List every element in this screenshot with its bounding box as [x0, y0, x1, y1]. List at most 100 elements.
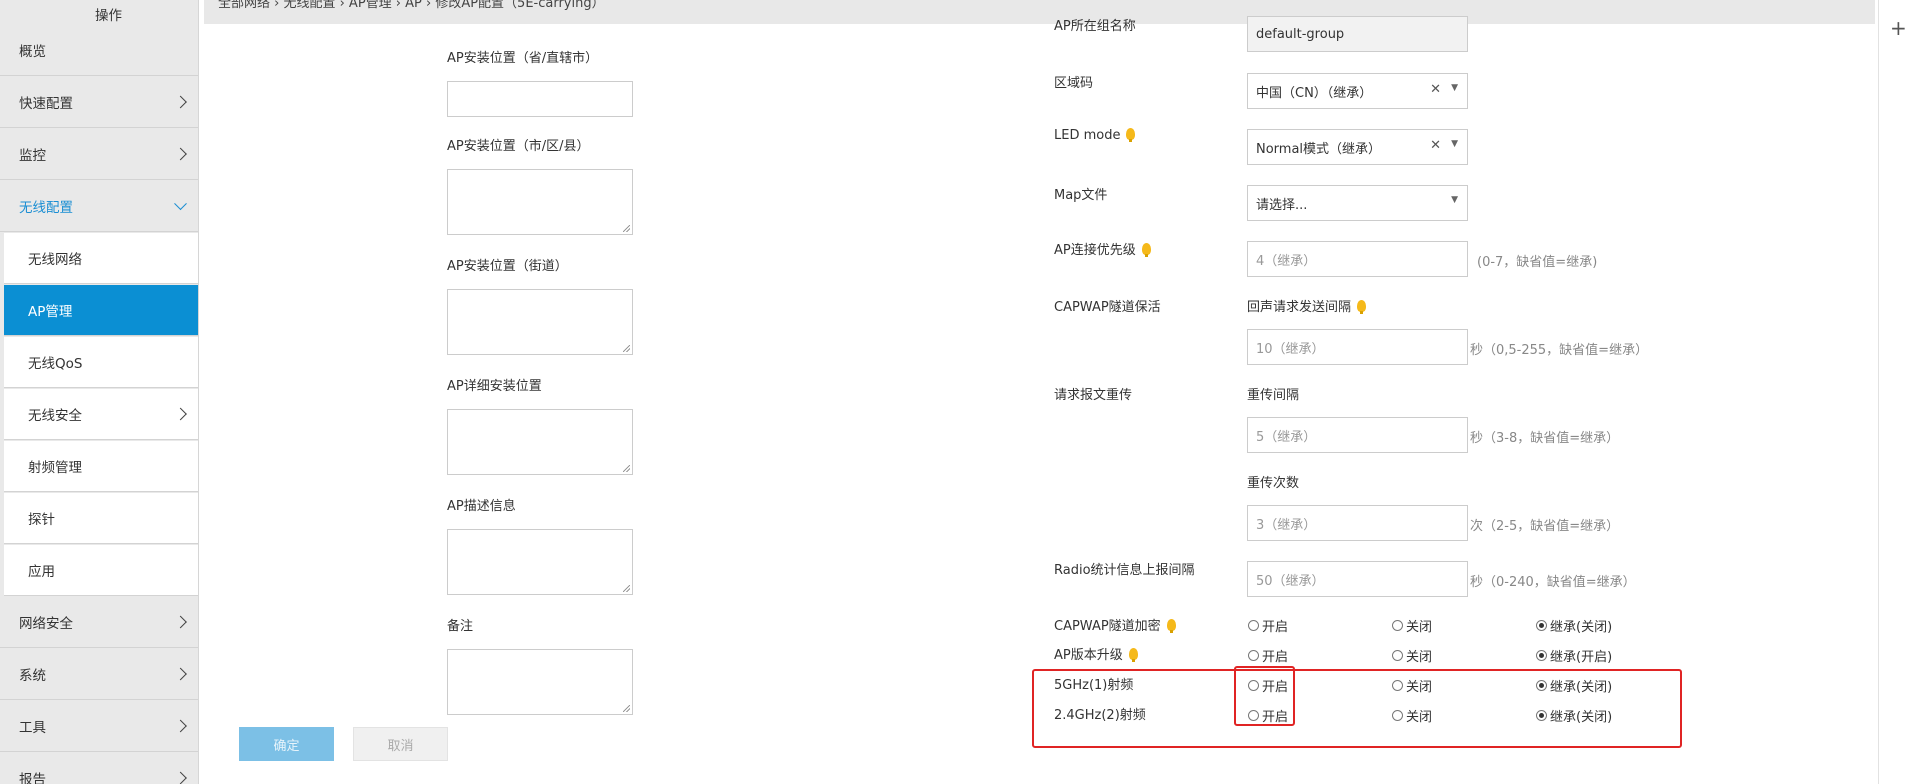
sidebar-item-radio-management[interactable]: 射频管理: [4, 441, 198, 492]
radio-circle: [1392, 620, 1403, 631]
radio-label: 开启: [1262, 620, 1289, 635]
sidebar-item-label: AP管理: [28, 304, 73, 320]
sidebar-item-monitor[interactable]: 监控: [0, 129, 198, 180]
lightbulb-icon[interactable]: [1141, 243, 1151, 257]
sidebar-item-label: 工具: [19, 720, 46, 736]
capwap-encrypt-label: CAPWAP隧道加密: [1054, 615, 1176, 634]
lightbulb-icon[interactable]: [1357, 300, 1367, 314]
sidebar-item-reports[interactable]: 报告: [0, 753, 198, 784]
radio-stat-value: 50（继承）: [1256, 573, 1325, 589]
priority-hint: (0-7，缺省值=继承): [1477, 255, 1598, 270]
chevron-down-icon: ▼: [1451, 139, 1458, 149]
sidebar-item-label: 监控: [19, 148, 46, 164]
upgrade-inherit-radio[interactable]: 继承(开启): [1536, 646, 1612, 665]
capwap-keepalive-label: CAPWAP隧道保活: [1054, 300, 1161, 315]
echo-interval-value: 10（继承）: [1256, 341, 1325, 357]
radio-stat-input[interactable]: 50（继承）: [1247, 561, 1468, 597]
chevron-right-icon: [174, 407, 187, 421]
priority-input[interactable]: 4（继承）: [1247, 241, 1468, 277]
sidebar-item-probe[interactable]: 探针: [4, 493, 198, 544]
sidebar-item-label: 无线配置: [19, 200, 73, 216]
group-value: default-group: [1256, 26, 1345, 42]
encrypt-off-radio[interactable]: 关闭: [1392, 616, 1432, 635]
encrypt-inherit-radio[interactable]: 继承(关闭): [1536, 616, 1612, 635]
breadcrumb-bar: 全部网络 › 无线配置 › AP管理 › AP › 修改AP配置（5E-carr…: [204, 0, 1875, 24]
radio-stat-label: Radio统计信息上报间隔: [1054, 563, 1195, 578]
city-textarea[interactable]: [447, 169, 633, 235]
retransmit-count-value: 3（继承）: [1256, 517, 1317, 533]
sidebar-item-network-security[interactable]: 网络安全: [0, 597, 198, 648]
sidebar-item-label: 网络安全: [19, 616, 73, 632]
note-label: 备注: [447, 619, 474, 634]
sidebar-item-label: 应用: [28, 564, 55, 580]
breadcrumb[interactable]: 全部网络 › 无线配置 › AP管理 › AP › 修改AP配置（5E-carr…: [218, 0, 605, 11]
clear-icon[interactable]: ✕: [1430, 138, 1441, 153]
highlight-box-inner: [1234, 666, 1295, 726]
sidebar: 操作 概览 快速配置 监控 无线配置 无线网络 AP管理 无线QoS 无线安全 …: [0, 0, 199, 784]
lightbulb-icon[interactable]: [1126, 128, 1136, 142]
sidebar-item-system[interactable]: 系统: [0, 649, 198, 700]
detail-location-textarea[interactable]: [447, 409, 633, 475]
chevron-right-icon: [174, 719, 187, 733]
divider: [1878, 0, 1879, 784]
city-label: AP安装位置（市/区/县）: [447, 139, 590, 154]
sidebar-item-wireless-config[interactable]: 无线配置: [0, 181, 198, 232]
sidebar-item-label: 系统: [19, 668, 46, 684]
ok-button[interactable]: 确定: [239, 727, 334, 761]
priority-label: AP连接优先级: [1054, 239, 1151, 258]
retransmit-count-input[interactable]: 3（继承）: [1247, 505, 1468, 541]
lightbulb-icon[interactable]: [1166, 619, 1176, 633]
upgrade-off-radio[interactable]: 关闭: [1392, 646, 1432, 665]
sidebar-item-ap-management[interactable]: AP管理: [4, 285, 198, 336]
chevron-down-icon: ▼: [1451, 195, 1458, 205]
priority-value: 4（继承）: [1256, 253, 1317, 269]
radio-circle: [1248, 620, 1259, 631]
sidebar-item-wireless-qos[interactable]: 无线QoS: [4, 337, 198, 388]
sidebar-item-application[interactable]: 应用: [4, 545, 198, 596]
clear-icon[interactable]: ✕: [1430, 82, 1441, 97]
encrypt-on-radio[interactable]: 开启: [1248, 616, 1288, 635]
sidebar-item-label: 快速配置: [19, 96, 73, 112]
echo-interval-input[interactable]: 10（继承）: [1247, 329, 1468, 365]
lightbulb-icon[interactable]: [1128, 648, 1138, 662]
retransmit-count-hint: 次（2-5，缺省值=继承）: [1470, 519, 1620, 534]
sidebar-item-tools[interactable]: 工具: [0, 701, 198, 752]
retransmit-interval-input[interactable]: 5（继承）: [1247, 417, 1468, 453]
sidebar-item-label: 无线安全: [28, 408, 82, 424]
description-label: AP描述信息: [447, 499, 516, 514]
detail-location-label: AP详细安装位置: [447, 379, 542, 394]
sidebar-item-wireless-security[interactable]: 无线安全: [4, 389, 198, 440]
priority-text: AP连接优先级: [1054, 243, 1136, 258]
ap-upgrade-label: AP版本升级: [1054, 644, 1138, 663]
radio-stat-hint: 秒（0-240，缺省值=继承）: [1470, 575, 1636, 590]
highlight-box-outer: [1032, 669, 1682, 748]
retransmit-interval-label: 重传间隔: [1247, 388, 1300, 403]
chevron-right-icon: [174, 667, 187, 681]
map-file-value: 请选择...: [1256, 197, 1308, 213]
sidebar-item-label: 无线网络: [28, 252, 82, 268]
retransmit-interval-hint: 秒（3-8，缺省值=继承）: [1470, 431, 1620, 446]
chevron-right-icon: [174, 771, 187, 784]
map-file-label: Map文件: [1054, 188, 1108, 203]
capwap-encrypt-text: CAPWAP隧道加密: [1054, 619, 1161, 634]
sidebar-item-label: 无线QoS: [28, 356, 83, 372]
province-input[interactable]: [447, 81, 633, 117]
group-input[interactable]: default-group: [1247, 16, 1468, 52]
province-label: AP安装位置（省/直辖市）: [447, 51, 599, 66]
echo-interval-hint: 秒（0,5-255，缺省值=继承）: [1470, 343, 1649, 358]
led-mode-select[interactable]: Normal模式（继承） ✕ ▼: [1247, 129, 1468, 165]
sidebar-item-quick-config[interactable]: 快速配置: [0, 77, 198, 128]
map-file-select[interactable]: 请选择... ▼: [1247, 185, 1468, 221]
sidebar-item-overview[interactable]: 概览: [0, 25, 198, 76]
radio-circle: [1536, 650, 1547, 661]
upgrade-on-radio[interactable]: 开启: [1248, 646, 1288, 665]
street-textarea[interactable]: [447, 289, 633, 355]
description-textarea[interactable]: [447, 529, 633, 595]
plus-icon[interactable]: +: [1890, 18, 1907, 38]
radio-circle: [1392, 650, 1403, 661]
note-textarea[interactable]: [447, 649, 633, 715]
sidebar-item-wireless-network[interactable]: 无线网络: [4, 233, 198, 284]
sidebar-item-label: 探针: [28, 512, 55, 528]
cancel-button[interactable]: 取消: [353, 727, 448, 761]
region-select[interactable]: 中国（CN）（继承） ✕ ▼: [1247, 73, 1468, 109]
